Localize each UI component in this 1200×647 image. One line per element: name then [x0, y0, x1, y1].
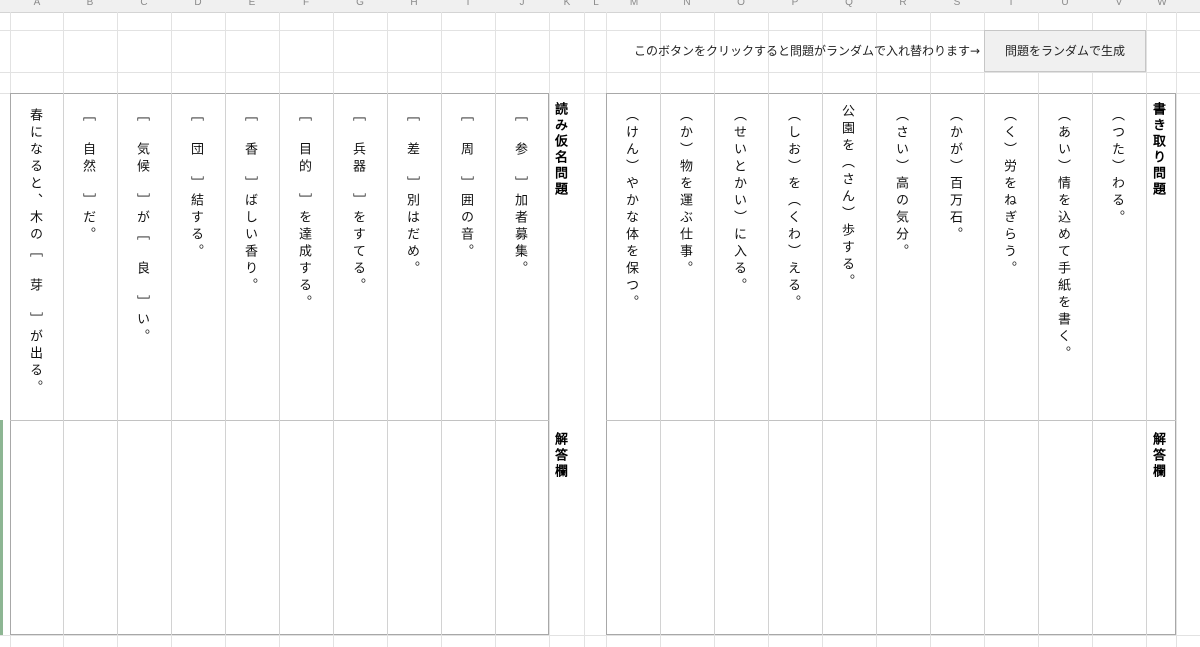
writing-table-column-line — [1092, 93, 1093, 635]
column-letter[interactable]: O — [734, 0, 748, 9]
reading-table-column-line — [279, 93, 280, 635]
reading-table-column-line — [225, 93, 226, 635]
writing-table-column-line — [876, 93, 877, 635]
column-letter[interactable]: Q — [842, 0, 856, 9]
reading-question-8[interactable]: ［ 気候 ］が［ 良 ］い。 — [132, 108, 151, 346]
writing-table-column-line — [822, 93, 823, 635]
column-letter[interactable]: H — [407, 0, 421, 9]
column-letter[interactable]: A — [30, 0, 44, 9]
column-letter[interactable]: I — [461, 0, 475, 9]
column-letter[interactable]: U — [1058, 0, 1072, 9]
column-letter[interactable]: S — [950, 0, 964, 9]
writing-question-1[interactable]: （つた）わる。 — [1107, 108, 1126, 227]
writing-table-column-line — [714, 93, 715, 635]
reading-question-3[interactable]: ［ 差 ］別はだめ。 — [402, 108, 421, 278]
reading-table-column-line — [495, 93, 496, 635]
grid-line — [606, 12, 607, 647]
writing-question-9[interactable]: （か）物を運ぶ仕事。 — [675, 108, 694, 278]
column-letter[interactable]: C — [137, 0, 151, 9]
grid-line — [10, 12, 11, 647]
reading-section-title: 読み仮名問題 — [552, 102, 567, 198]
column-letter[interactable]: W — [1155, 0, 1169, 9]
writing-answer-label: 解答欄 — [1150, 432, 1165, 480]
writing-question-8[interactable]: （せいとかい）に入る。 — [729, 108, 748, 295]
writing-question-6[interactable]: 公園を（さん）歩する。 — [837, 104, 856, 291]
reading-answer-label: 解答欄 — [552, 432, 567, 480]
writing-question-10[interactable]: （けん）やかな体を保つ。 — [621, 108, 640, 312]
reading-table-column-line — [441, 93, 442, 635]
writing-question-4[interactable]: （かが）百万石。 — [945, 108, 964, 244]
writing-question-5[interactable]: （さい）高の気分。 — [891, 108, 910, 261]
writing-section-title: 書き取り問題 — [1150, 102, 1165, 198]
writing-table-column-line — [1038, 93, 1039, 635]
reading-question-10[interactable]: 春になると、木の［ 芽 ］が出る。 — [25, 108, 44, 397]
writing-table-divider — [606, 420, 1176, 421]
reading-table-column-line — [387, 93, 388, 635]
writing-table-column-line — [768, 93, 769, 635]
reading-question-2[interactable]: ［ 周 ］囲の音。 — [456, 108, 475, 261]
writing-question-2[interactable]: （あい）情を込めて手紙を書く。 — [1053, 108, 1072, 363]
reading-table-column-line — [333, 93, 334, 635]
grid-line — [0, 93, 1200, 94]
column-letter[interactable]: J — [515, 0, 529, 9]
reading-question-1[interactable]: ［ 参 ］加者募集。 — [510, 108, 529, 278]
grid-line — [584, 12, 585, 647]
reading-table-column-line — [171, 93, 172, 635]
column-letter[interactable]: D — [191, 0, 205, 9]
column-letter[interactable]: M — [627, 0, 641, 9]
grid-line — [0, 72, 1200, 73]
column-letter[interactable]: V — [1112, 0, 1126, 9]
writing-question-3[interactable]: （く）労をねぎらう。 — [999, 108, 1018, 278]
reading-question-6[interactable]: ［ 香 ］ばしい香り。 — [240, 108, 259, 295]
column-letter[interactable]: R — [896, 0, 910, 9]
writing-table-column-line — [930, 93, 931, 635]
selection-edge — [0, 420, 3, 635]
column-letter[interactable]: N — [680, 0, 694, 9]
column-letter[interactable]: F — [299, 0, 313, 9]
reading-question-4[interactable]: ［ 兵器 ］をすてる。 — [348, 108, 367, 295]
column-header-bar: A B C D E F G H I J K L M N O P Q R S T … — [0, 0, 1200, 13]
reading-question-7[interactable]: ［ 団 ］結する。 — [186, 108, 205, 261]
writing-table-column-line — [660, 93, 661, 635]
column-letter[interactable]: E — [245, 0, 259, 9]
column-letter[interactable]: K — [560, 0, 574, 9]
instruction-text: このボタンをクリックすると問題がランダムで入れ替わります→ — [633, 44, 980, 58]
column-letter[interactable]: L — [589, 0, 603, 9]
writing-question-7[interactable]: （しお）を（くわ）える。 — [783, 108, 802, 312]
writing-table-column-line — [984, 93, 985, 635]
column-letter[interactable]: P — [788, 0, 802, 9]
generate-random-button[interactable]: 問題をランダムで生成 — [984, 30, 1146, 72]
reading-table-column-line — [63, 93, 64, 635]
column-letter[interactable]: B — [83, 0, 97, 9]
grid-line — [1176, 12, 1177, 647]
writing-table-column-line — [1146, 93, 1147, 635]
column-letter[interactable]: T — [1004, 0, 1018, 9]
reading-question-9[interactable]: ［ 自然 ］だ。 — [78, 108, 97, 244]
column-letter[interactable]: G — [353, 0, 367, 9]
spreadsheet: A B C D E F G H I J K L M N O P Q R S T … — [0, 0, 1200, 647]
reading-table-column-line — [117, 93, 118, 635]
reading-question-5[interactable]: ［ 目的 ］を達成する。 — [294, 108, 313, 312]
grid-line — [0, 635, 1200, 636]
